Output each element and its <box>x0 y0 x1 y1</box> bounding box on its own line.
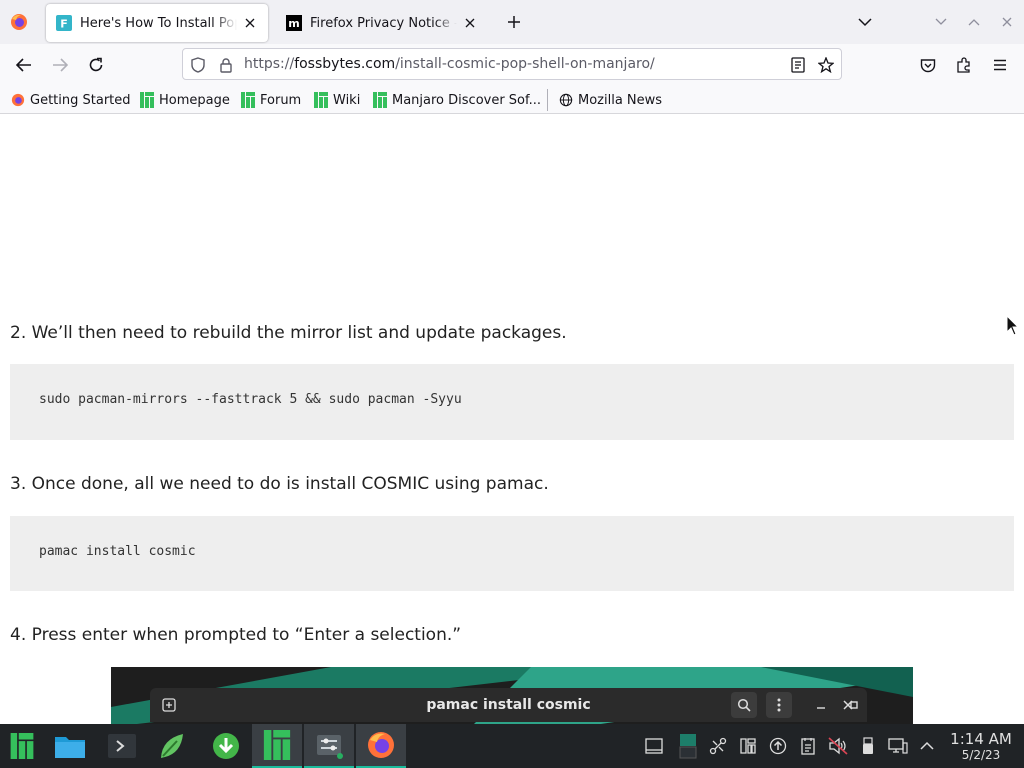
taskbar-terminal[interactable] <box>100 724 144 768</box>
kebab-menu-icon <box>766 692 792 718</box>
code-block-1: sudo pacman-mirrors --fasttrack 5 && sud… <box>10 364 1014 440</box>
taskbar: 1:14 AM 5/2/23 <box>0 724 1024 768</box>
updates-icon[interactable] <box>768 736 788 756</box>
show-hidden-icons-chevron-icon[interactable] <box>917 736 937 756</box>
bookmark-label: Forum <box>260 92 302 108</box>
address-bar[interactable]: https://fossbytes.com/install-cosmic-pop… <box>182 48 842 80</box>
pager-icon[interactable] <box>678 732 698 760</box>
fossbytes-favicon-icon: F <box>56 15 72 31</box>
terminal-icon <box>108 734 136 758</box>
manjaro-logo-icon <box>263 730 291 760</box>
code-text[interactable]: sudo pacman-mirrors --fasttrack 5 && sud… <box>39 392 462 407</box>
manjaro-icon <box>140 92 154 108</box>
shield-icon[interactable] <box>188 55 208 75</box>
bookmark-label: Getting Started <box>30 92 131 108</box>
minimize-window-icon[interactable] <box>929 10 953 34</box>
bookmark-homepage[interactable]: Homepage <box>140 91 230 109</box>
url-domain: fossbytes.com <box>294 56 396 72</box>
bookmark-getting-started[interactable]: Getting Started <box>11 91 131 109</box>
maximize-window-icon[interactable] <box>962 10 986 34</box>
manjaro-icon <box>314 92 328 108</box>
reload-icon[interactable] <box>84 53 108 77</box>
code-block-2: pamac install cosmic <box>10 516 1014 591</box>
list-all-tabs-icon[interactable] <box>853 10 877 34</box>
download-icon <box>213 733 239 759</box>
tab-bar: F Here's How To Install Pop!_OS COSMIC m… <box>0 0 1024 44</box>
bookmark-separator <box>547 89 548 111</box>
bookmark-manjaro-discover[interactable]: Manjaro Discover Sof... <box>373 91 541 109</box>
terminal-title: pamac install cosmic <box>426 697 591 713</box>
manjaro-icon <box>373 92 387 108</box>
show-desktop-icon[interactable] <box>644 736 664 756</box>
folder-icon <box>55 737 85 758</box>
network-icon[interactable] <box>888 736 908 756</box>
terminal-window-titlebar: pamac install cosmic <box>150 688 867 722</box>
tab-close-icon[interactable] <box>461 14 479 32</box>
notes-icon[interactable] <box>798 736 818 756</box>
clock-time: 1:14 AM <box>950 730 1012 748</box>
step-2-text: 2. We’ll then need to rebuild the mirror… <box>10 323 567 343</box>
navigation-toolbar: https://fossbytes.com/install-cosmic-pop… <box>0 44 1024 86</box>
search-icon <box>731 692 757 718</box>
url-text[interactable]: https://fossbytes.com/install-cosmic-pop… <box>244 56 655 72</box>
clock-date: 5/2/23 <box>961 748 1001 762</box>
taskbar-settings[interactable] <box>304 724 354 768</box>
firefox-icon <box>368 732 394 758</box>
app-menu-button[interactable] <box>0 724 44 768</box>
step-4-text: 4. Press enter when prompted to “Enter a… <box>10 625 462 645</box>
taskbar-firefox[interactable] <box>356 724 406 768</box>
lock-icon[interactable] <box>216 55 236 75</box>
tab-title: Here's How To Install Pop!_OS COSMIC <box>80 15 237 31</box>
usb-device-icon[interactable] <box>858 736 878 756</box>
bookmark-wiki[interactable]: Wiki <box>314 91 360 109</box>
mozilla-favicon-icon: m <box>286 15 302 31</box>
bookmark-forum[interactable]: Forum <box>241 91 301 109</box>
code-text[interactable]: pamac install cosmic <box>39 544 196 559</box>
volume-muted-icon[interactable] <box>828 736 848 756</box>
bookmark-mozilla-news[interactable]: Mozilla News <box>559 91 662 109</box>
clock[interactable]: 1:14 AM 5/2/23 <box>946 730 1016 762</box>
kde-connect-icon[interactable] <box>708 736 728 756</box>
bookmark-label: Homepage <box>159 92 230 108</box>
tab-close-icon[interactable] <box>241 14 259 32</box>
close-window-icon[interactable] <box>995 10 1019 34</box>
leaf-icon <box>161 734 183 758</box>
extensions-icon[interactable] <box>952 53 976 77</box>
mouse-cursor-icon <box>1006 315 1020 336</box>
new-tab-icon[interactable] <box>502 10 526 34</box>
forward-icon[interactable] <box>48 53 72 77</box>
tab-inactive[interactable]: m Firefox Privacy Notice — Mozilla <box>276 4 488 42</box>
svg-text:m: m <box>288 17 299 30</box>
reader-view-icon[interactable] <box>788 55 808 75</box>
hamburger-menu-icon[interactable] <box>988 53 1012 77</box>
taskbar-manjaro-hello[interactable] <box>252 724 302 768</box>
tab-title: Firefox Privacy Notice — Mozilla <box>310 15 457 31</box>
globe-icon <box>559 93 573 107</box>
firefox-icon <box>11 93 25 107</box>
taskbar-downloader[interactable] <box>204 724 248 768</box>
url-scheme: https:// <box>244 56 295 72</box>
bookmark-label: Mozilla News <box>578 92 663 108</box>
pocket-icon[interactable] <box>916 53 940 77</box>
tab-active[interactable]: F Here's How To Install Pop!_OS COSMIC <box>46 4 268 42</box>
taskbar-file-manager[interactable] <box>48 724 92 768</box>
bookmark-label: Wiki <box>333 92 361 108</box>
clipboard-tool-icon[interactable] <box>738 736 758 756</box>
back-icon[interactable] <box>12 53 36 77</box>
step-3-text: 3. Once done, all we need to do is insta… <box>10 474 549 494</box>
bookmark-label: Manjaro Discover Sof... <box>392 92 542 108</box>
article-screenshot-image: pamac install cosmic <box>111 667 913 724</box>
url-path: /install-cosmic-pop-shell-on-manjaro/ <box>395 56 655 72</box>
bookmark-star-icon[interactable] <box>816 55 836 75</box>
svg-text:F: F <box>60 18 68 31</box>
manjaro-icon <box>241 92 255 108</box>
taskbar-update-manager[interactable] <box>150 724 194 768</box>
manjaro-logo-icon <box>10 733 34 759</box>
close-icon <box>835 692 861 718</box>
firefox-menu-icon[interactable] <box>9 12 29 32</box>
page-content: 2. We’ll then need to rebuild the mirror… <box>0 115 1024 724</box>
bookmarks-toolbar: Getting Started Homepage Forum Wiki Manj… <box>0 86 1024 114</box>
settings-icon <box>317 735 343 759</box>
minimize-icon <box>808 692 834 718</box>
